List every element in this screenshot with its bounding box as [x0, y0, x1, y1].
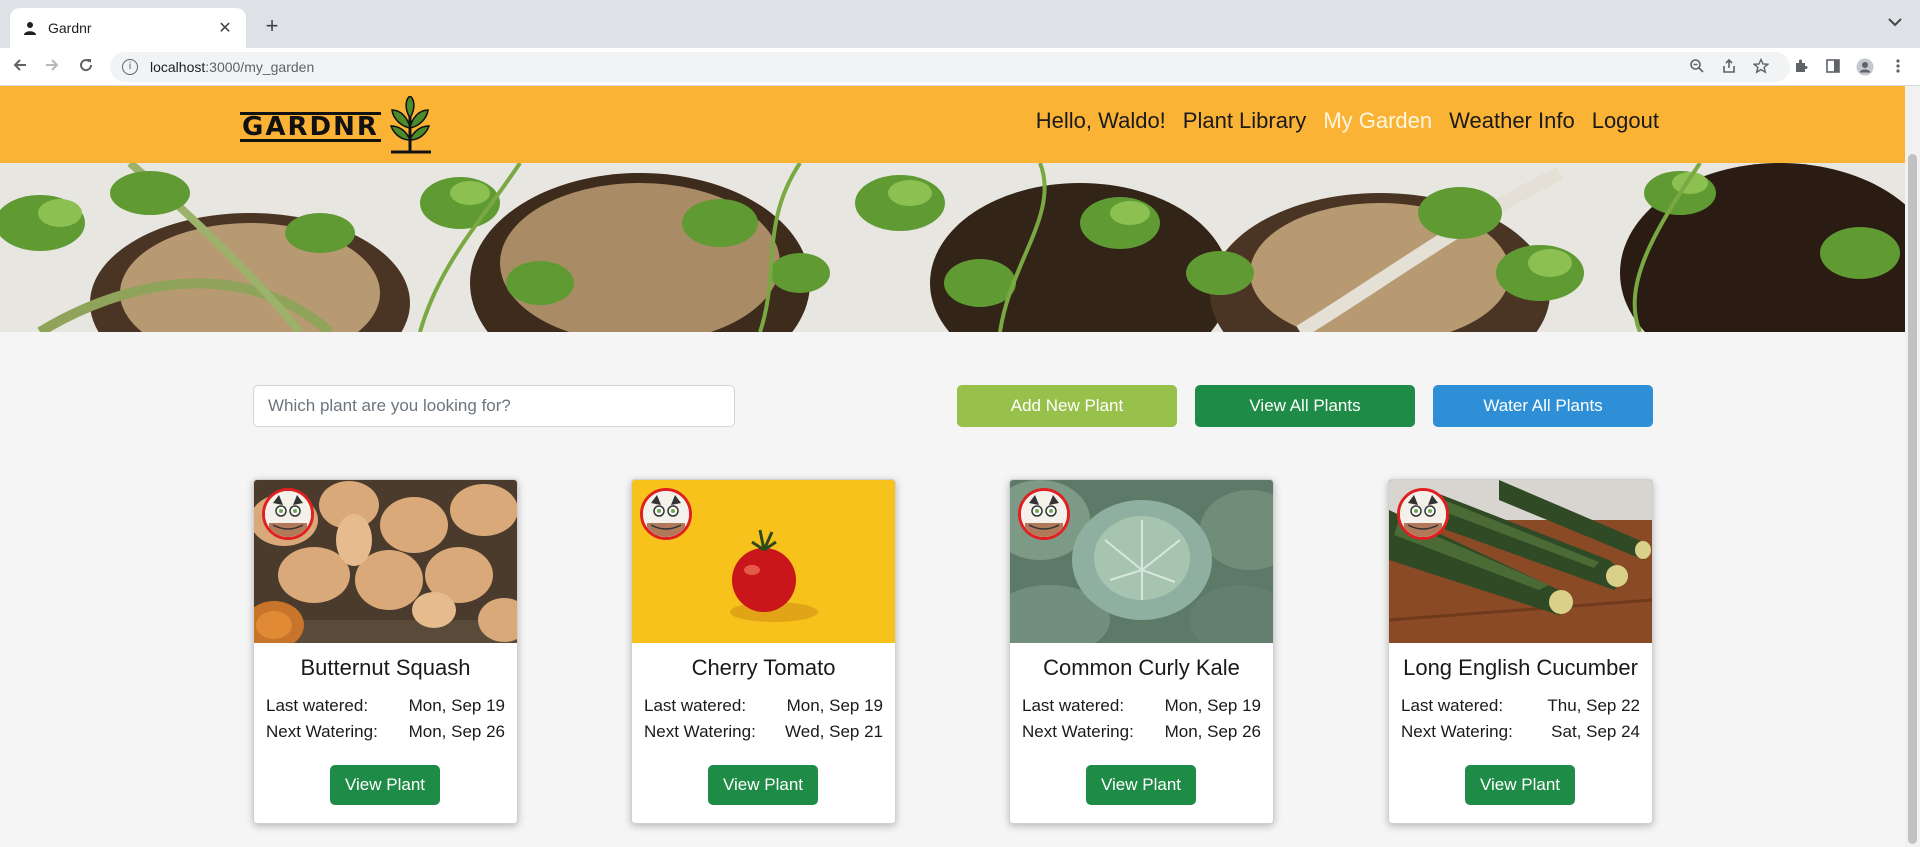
main-nav: Hello, Waldo! Plant Library My Garden We… [1036, 108, 1659, 134]
last-watered-value: Mon, Sep 19 [1164, 696, 1261, 715]
next-watering-label: Next Watering: [644, 722, 756, 741]
plant-name: Butternut Squash [300, 655, 471, 680]
last-watered-row: Last watered: Mon, Sep 19 [266, 696, 505, 716]
view-plant-button[interactable]: View Plant [1465, 765, 1575, 805]
next-watering-row: Next Watering: Mon, Sep 26 [1022, 722, 1261, 742]
last-watered-row: Last watered: Mon, Sep 19 [1022, 696, 1261, 716]
profile-avatar-icon[interactable] [1856, 58, 1874, 76]
plant-name: Common Curly Kale [1043, 655, 1240, 680]
next-watering-value: Wed, Sep 21 [785, 722, 883, 741]
logo-text: GARDNR [240, 112, 381, 142]
close-tab-icon[interactable]: ✕ [216, 18, 234, 38]
bookmark-star-icon[interactable] [1752, 57, 1770, 76]
plant-search-input[interactable] [253, 385, 735, 427]
next-watering-label: Next Watering: [1022, 722, 1134, 741]
browser-toolbar: i localhost:3000/my_garden [0, 48, 1920, 86]
cat-badge-icon [262, 488, 314, 540]
last-watered-row: Last watered: Thu, Sep 22 [1401, 696, 1640, 716]
last-watered-value: Mon, Sep 19 [786, 696, 883, 715]
scrollbar-thumb[interactable] [1908, 154, 1917, 844]
water-all-plants-button[interactable]: Water All Plants [1433, 385, 1653, 427]
view-plant-button[interactable]: View Plant [1086, 765, 1196, 805]
plant-image [632, 480, 895, 643]
gardnr-logo[interactable]: GARDNR [240, 94, 435, 154]
last-watered-label: Last watered: [1401, 696, 1504, 715]
last-watered-label: Last watered: [1022, 696, 1125, 715]
last-watered-value: Mon, Sep 19 [408, 696, 505, 715]
next-watering-value: Sat, Sep 24 [1551, 722, 1640, 741]
share-icon[interactable] [1720, 58, 1738, 76]
zoom-icon[interactable] [1688, 58, 1706, 76]
add-new-plant-button[interactable]: Add New Plant [957, 385, 1177, 427]
plant-card: Butternut Squash Last watered: Mon, Sep … [253, 479, 518, 824]
cat-badge-icon [1397, 488, 1449, 540]
next-watering-label: Next Watering: [1401, 722, 1513, 741]
address-bar[interactable]: i localhost:3000/my_garden [110, 52, 1790, 82]
page-viewport: GARDNR Hello, Waldo! Plant Library My Ga… [0, 86, 1920, 847]
url-text: localhost:3000/my_garden [150, 59, 315, 75]
tab-title: Gardnr [48, 20, 92, 36]
nav-weather-info[interactable]: Weather Info [1449, 108, 1575, 134]
browser-menu-icon[interactable] [1889, 58, 1907, 76]
view-all-plants-button[interactable]: View All Plants [1195, 385, 1415, 427]
next-watering-value: Mon, Sep 26 [1164, 722, 1261, 741]
cat-badge-icon [640, 488, 692, 540]
last-watered-label: Last watered: [266, 696, 369, 715]
view-plant-button[interactable]: View Plant [708, 765, 818, 805]
new-tab-icon[interactable]: + [258, 12, 286, 40]
back-arrow-icon[interactable] [10, 57, 30, 77]
side-panel-icon[interactable] [1824, 58, 1842, 76]
site-info-icon[interactable]: i [122, 59, 138, 75]
next-watering-row: Next Watering: Sat, Sep 24 [1401, 722, 1640, 742]
last-watered-label: Last watered: [644, 696, 747, 715]
nav-plant-library[interactable]: Plant Library [1183, 108, 1307, 134]
plant-card: Cherry Tomato Last watered: Mon, Sep 19 … [631, 479, 896, 824]
next-watering-label: Next Watering: [266, 722, 378, 741]
plant-name: Long English Cucumber [1403, 655, 1638, 680]
browser-tab[interactable]: Gardnr ✕ [10, 8, 246, 48]
nav-logout[interactable]: Logout [1592, 108, 1659, 134]
reload-icon[interactable] [76, 57, 96, 77]
cat-badge-icon [1018, 488, 1070, 540]
browser-tab-bar: Gardnr ✕ + [0, 0, 1920, 48]
plant-card: Common Curly Kale Last watered: Mon, Sep… [1009, 479, 1274, 824]
last-watered-row: Last watered: Mon, Sep 19 [644, 696, 883, 716]
forward-arrow-icon[interactable] [42, 57, 62, 77]
nav-hello-user[interactable]: Hello, Waldo! [1036, 108, 1166, 134]
next-watering-row: Next Watering: Wed, Sep 21 [644, 722, 883, 742]
last-watered-value: Thu, Sep 22 [1547, 696, 1640, 715]
view-plant-button[interactable]: View Plant [330, 765, 440, 805]
plant-image [1010, 480, 1273, 643]
hero-banner-image [0, 163, 1905, 332]
page-scrollbar[interactable] [1905, 86, 1920, 847]
person-icon [22, 20, 38, 36]
plant-sprout-icon [389, 96, 431, 154]
plant-image [254, 480, 517, 643]
plant-card: Long English Cucumber Last watered: Thu,… [1388, 479, 1653, 824]
plant-name: Cherry Tomato [691, 655, 836, 680]
next-watering-value: Mon, Sep 26 [408, 722, 505, 741]
nav-my-garden[interactable]: My Garden [1323, 108, 1432, 134]
site-header: GARDNR Hello, Waldo! Plant Library My Ga… [0, 86, 1905, 163]
extensions-puzzle-icon[interactable] [1792, 58, 1810, 76]
plant-image [1389, 480, 1652, 643]
next-watering-row: Next Watering: Mon, Sep 26 [266, 722, 505, 742]
tab-search-chevron-icon[interactable] [1888, 14, 1902, 30]
